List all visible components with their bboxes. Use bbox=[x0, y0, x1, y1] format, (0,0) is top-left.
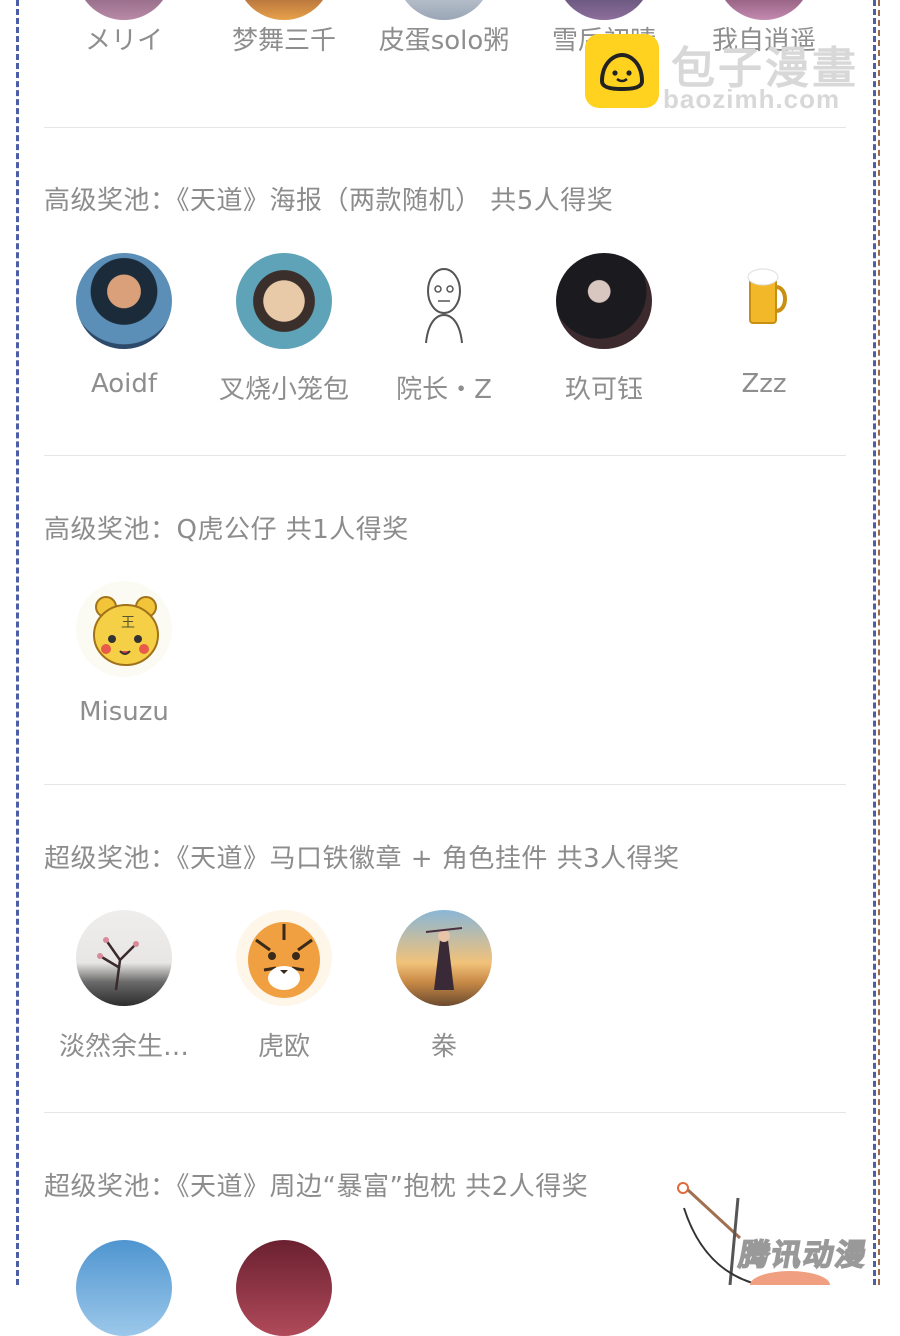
avatar: 王 bbox=[76, 581, 172, 677]
divider bbox=[44, 784, 846, 785]
username: 桊 bbox=[430, 1032, 457, 1062]
avatar bbox=[396, 0, 492, 20]
avatar bbox=[76, 910, 172, 1006]
avatar bbox=[236, 1240, 332, 1336]
user-card[interactable]: メリイ bbox=[44, 0, 204, 57]
user-card[interactable]: 叉烧小笼包 bbox=[204, 253, 364, 406]
avatar bbox=[716, 0, 812, 20]
avatar bbox=[556, 0, 652, 20]
avatar bbox=[236, 253, 332, 349]
username: Zzz bbox=[741, 369, 787, 399]
username: Misuzu bbox=[79, 697, 169, 727]
avatar bbox=[76, 1240, 172, 1336]
right-dashed-border bbox=[873, 0, 876, 1285]
avatar bbox=[76, 0, 172, 20]
divider bbox=[44, 127, 846, 128]
user-card[interactable] bbox=[44, 1240, 204, 1336]
user-card[interactable]: 院长・Z bbox=[364, 253, 524, 406]
avatar bbox=[396, 253, 492, 349]
watermark-url: baozimh.com bbox=[663, 84, 841, 114]
left-dashed-border bbox=[16, 0, 19, 1285]
section-title: 超级奖池：《天道》马口铁徽章 + 角色挂件 共3人得奖 bbox=[44, 844, 680, 874]
section-title: 高级奖池：《天道》海报（两款随机） 共5人得奖 bbox=[44, 186, 614, 216]
username: 虎欧 bbox=[257, 1032, 310, 1062]
avatar bbox=[556, 253, 652, 349]
avatar bbox=[716, 253, 812, 349]
username: Aoidf bbox=[90, 369, 158, 399]
user-card[interactable]: Zzz bbox=[684, 253, 844, 399]
user-card[interactable]: 虎欧 bbox=[204, 910, 364, 1063]
user-card[interactable]: 王 Misuzu bbox=[44, 581, 204, 727]
svg-text:王: 王 bbox=[121, 615, 135, 631]
user-card[interactable]: Aoidf bbox=[44, 253, 204, 399]
username: 皮蛋solo粥 bbox=[378, 26, 510, 56]
bun-logo-icon bbox=[585, 34, 659, 108]
username: 玖可钰 bbox=[564, 375, 643, 405]
user-card[interactable]: 桊 bbox=[364, 910, 524, 1063]
section-title: 超级奖池：《天道》周边“暴富”抱枕 共2人得奖 bbox=[44, 1172, 589, 1202]
user-card[interactable]: 玖可钰 bbox=[524, 253, 684, 406]
divider bbox=[44, 455, 846, 456]
username: 梦舞三千 bbox=[231, 26, 336, 56]
avatar bbox=[236, 910, 332, 1006]
username: 叉烧小笼包 bbox=[218, 375, 349, 405]
user-card[interactable]: 皮蛋solo粥 bbox=[364, 0, 524, 57]
username: 院长・Z bbox=[396, 375, 492, 405]
username: 淡然余生… bbox=[58, 1032, 189, 1062]
avatar bbox=[396, 910, 492, 1006]
avatar bbox=[76, 253, 172, 349]
avatar bbox=[236, 0, 332, 20]
user-card[interactable] bbox=[204, 1240, 364, 1336]
section-title: 高级奖池：Q虎公仔 共1人得奖 bbox=[44, 515, 409, 545]
username: メリイ bbox=[84, 26, 163, 56]
user-card[interactable]: 淡然余生… bbox=[44, 910, 204, 1063]
divider bbox=[44, 1112, 846, 1113]
user-card[interactable]: 梦舞三千 bbox=[204, 0, 364, 57]
right-dashed-border-inner bbox=[878, 0, 880, 1285]
corner-brand-logo: 腾讯动漫 bbox=[736, 1237, 872, 1274]
site-watermark: 包子漫畫 baozimh.com bbox=[585, 34, 875, 114]
